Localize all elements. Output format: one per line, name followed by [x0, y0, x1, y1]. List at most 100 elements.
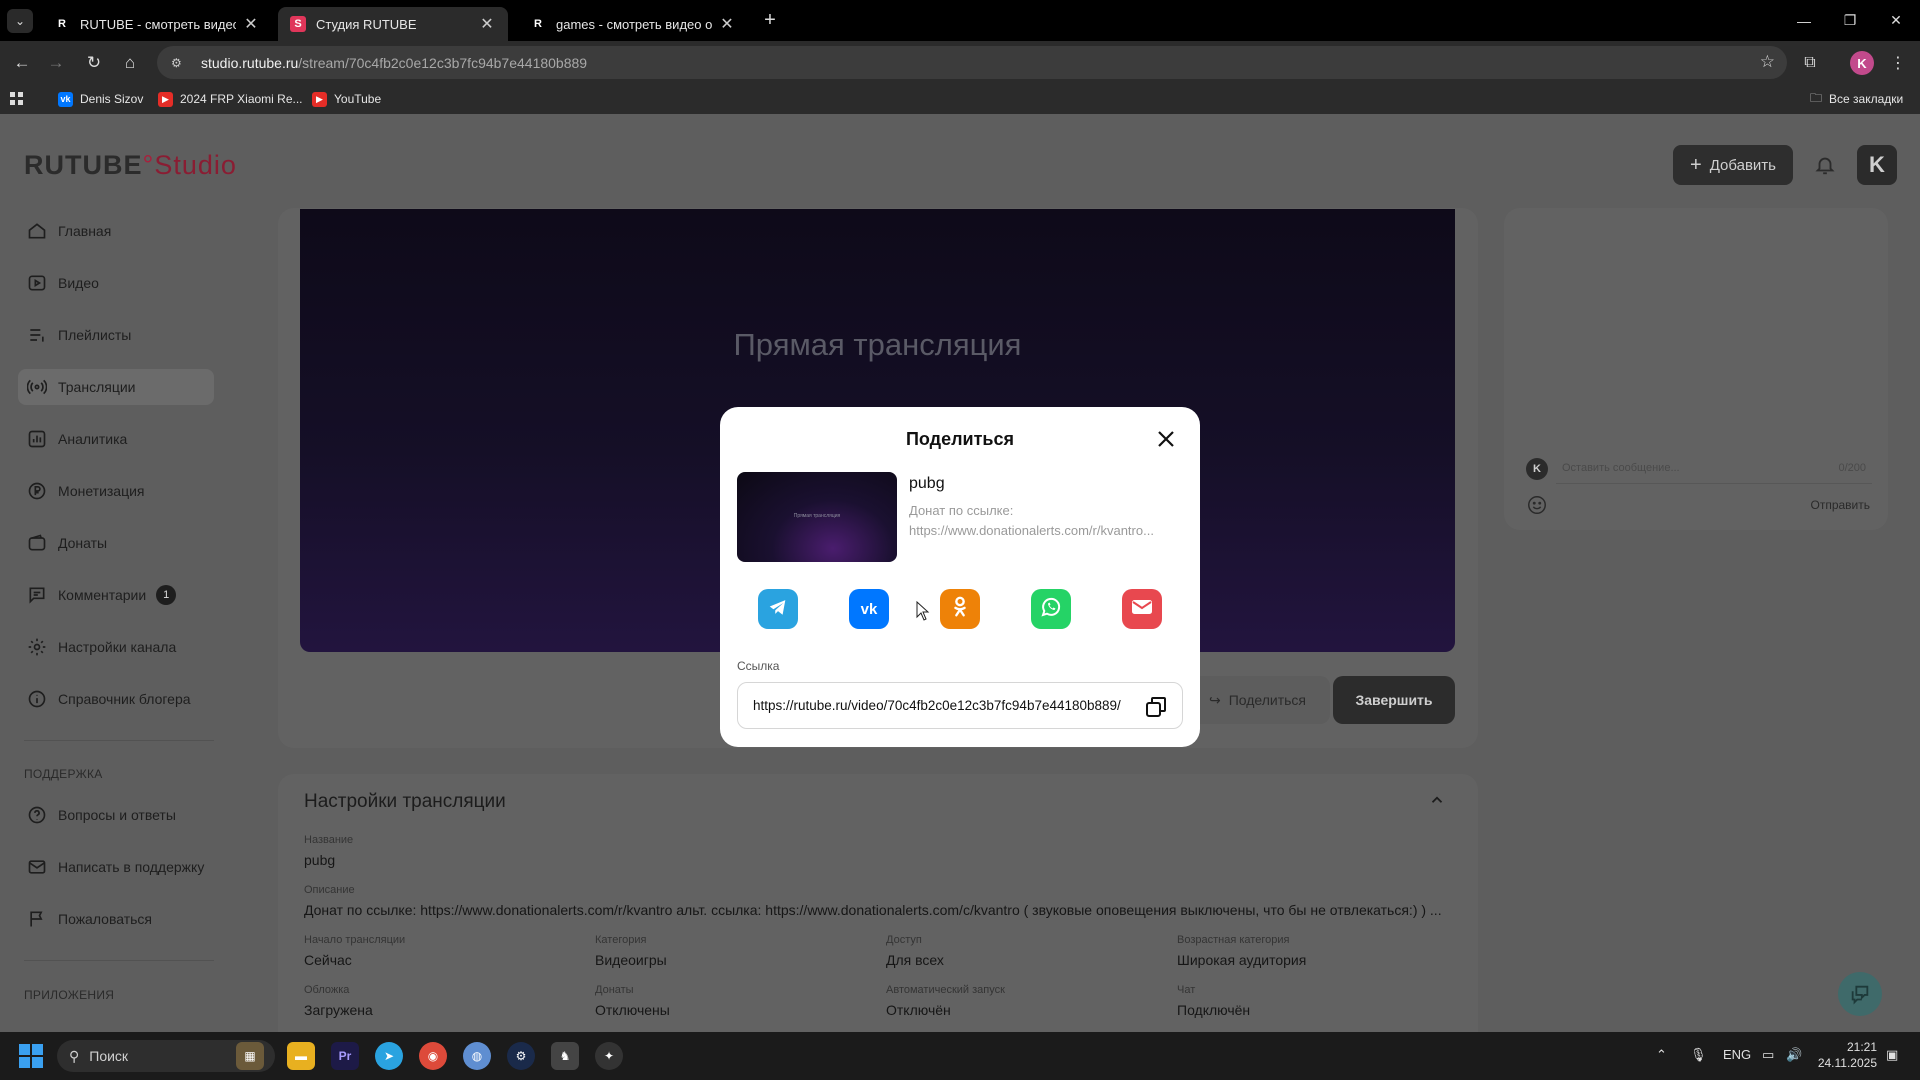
forward-button[interactable]: →: [42, 49, 70, 77]
sidebar-item-faq[interactable]: Вопросы и ответы: [18, 797, 214, 833]
chevron-up-icon[interactable]: [1428, 791, 1446, 814]
video-thumbnail: Прямая трансляция: [737, 472, 897, 562]
minimize-window-button[interactable]: —: [1781, 0, 1827, 41]
apps-grid-icon[interactable]: [10, 90, 24, 108]
field-label-category: Категория: [595, 934, 647, 946]
back-button[interactable]: ←: [8, 49, 36, 77]
app-icon[interactable]: ✦: [595, 1042, 623, 1070]
windows-start-icon[interactable]: [19, 1044, 43, 1068]
all-bookmarks-folder[interactable]: 🗀 Все закладки: [1810, 90, 1903, 108]
copy-icon[interactable]: [1144, 695, 1168, 719]
close-tab-icon[interactable]: ✕: [718, 14, 736, 34]
sidebar-item-playlists[interactable]: Плейлисты: [18, 317, 214, 353]
address-bar[interactable]: ⚙ studio.rutube.ru/stream/70c4fb2c0e12c3…: [157, 46, 1787, 79]
add-button[interactable]: + Добавить: [1673, 145, 1793, 185]
sidebar-item-write-support[interactable]: Написать в поддержку: [18, 849, 214, 885]
sidebar-item-comments[interactable]: Комментарии 1: [18, 577, 214, 613]
extensions-icon[interactable]: ⧉: [1798, 51, 1822, 75]
stream-preview-title: Прямая трансляция: [733, 327, 1022, 362]
steam-app-icon[interactable]: ⚙: [507, 1042, 535, 1070]
clock[interactable]: 21:21 24.11.2025: [1797, 1039, 1877, 1071]
home-button[interactable]: ⌂: [116, 49, 144, 77]
close-window-button[interactable]: ✕: [1873, 0, 1919, 41]
new-tab-button[interactable]: +: [758, 8, 782, 32]
field-value-category: Видеоигры: [595, 952, 667, 968]
sidebar-item-video[interactable]: Видео: [18, 265, 214, 301]
close-tab-icon[interactable]: ✕: [242, 14, 260, 34]
share-link-value[interactable]: https://rutube.ru/video/70c4fb2c0e12c3b7…: [753, 698, 1133, 713]
game-app-icon[interactable]: ♞: [551, 1042, 579, 1070]
share-telegram-button[interactable]: [758, 589, 798, 629]
field-label-name: Название: [304, 834, 354, 846]
app-header: RUTUBE°Studio + Добавить K: [0, 114, 1920, 208]
reload-button[interactable]: ↻: [80, 49, 108, 77]
chat-panel: K Оставить сообщение... 0/200 Отправить: [1504, 208, 1888, 530]
share-link-field[interactable]: https://rutube.ru/video/70c4fb2c0e12c3b7…: [737, 682, 1183, 729]
share-vk-button[interactable]: vk: [849, 589, 889, 629]
chrome-app-icon[interactable]: ◉: [419, 1042, 447, 1070]
sidebar-item-report[interactable]: Пожаловаться: [18, 901, 214, 937]
profile-avatar[interactable]: K: [1850, 51, 1874, 75]
chat-char-counter: 0/200: [1838, 462, 1866, 474]
file-explorer-icon[interactable]: ▬: [287, 1042, 315, 1070]
field-label-description: Описание: [304, 884, 355, 896]
share-odnoklassniki-button[interactable]: [940, 589, 980, 629]
field-label-cover: Обложка: [304, 984, 350, 996]
sidebar-divider: [24, 960, 214, 961]
windows-taskbar: ⚲ Поиск ▦ ▬ Pr ➤ ◉ ◍ ⚙ ♞ ✦ ⌃ 🎙 ENG ▭ 🔊 2…: [0, 1032, 1920, 1080]
chat-user-avatar: K: [1526, 458, 1548, 480]
tab-search-button[interactable]: ⌄: [7, 9, 33, 33]
sidebar-item-channel-settings[interactable]: Настройки канала: [18, 629, 214, 665]
language-indicator[interactable]: ENG: [1723, 1047, 1751, 1062]
microphone-icon[interactable]: 🎙: [1690, 1047, 1707, 1063]
sidebar-item-monetization[interactable]: Монетизация: [18, 473, 214, 509]
browser-tab-studio[interactable]: S Студия RUTUBE ✕: [278, 7, 508, 41]
rutube-studio-logo[interactable]: RUTUBE°Studio: [24, 150, 237, 181]
share-email-button[interactable]: [1122, 589, 1162, 629]
app-icon[interactable]: ◍: [463, 1042, 491, 1070]
share-whatsapp-button[interactable]: [1031, 589, 1071, 629]
sidebar-item-blogger-guide[interactable]: Справочник блогера: [18, 681, 214, 717]
sidebar: Главная Видео Плейлисты Трансляции Анали…: [0, 208, 230, 1032]
telegram-icon: [767, 596, 789, 623]
sidebar-item-home[interactable]: Главная: [18, 213, 214, 249]
broadcast-icon: [26, 376, 48, 398]
sidebar-item-analytics[interactable]: Аналитика: [18, 421, 214, 457]
telegram-app-icon[interactable]: ➤: [375, 1042, 403, 1070]
home-icon: [26, 220, 48, 242]
bookmark-denis-sizov[interactable]: vk Denis Sizov: [58, 90, 143, 108]
field-value-access: Для всех: [886, 952, 944, 968]
taskbar-widget-icon[interactable]: ▦: [236, 1042, 264, 1070]
bookmark-star-icon[interactable]: ☆: [1760, 52, 1775, 72]
browser-menu-icon[interactable]: ⋮: [1886, 51, 1910, 75]
sidebar-item-donations[interactable]: Донаты: [18, 525, 214, 561]
bookmark-frp-xiaomi[interactable]: ▶ 2024 FRP Xiaomi Re...: [158, 90, 303, 108]
whatsapp-icon: [1039, 595, 1063, 624]
emoji-icon[interactable]: [1526, 494, 1548, 516]
sidebar-section-support: ПОДДЕРЖКА: [24, 767, 103, 781]
sidebar-divider: [24, 740, 214, 741]
close-tab-icon[interactable]: ✕: [478, 14, 496, 34]
browser-tab-rutube[interactable]: R RUTUBE - смотреть видео онлайн ✕: [42, 7, 272, 41]
help-chat-button[interactable]: [1838, 972, 1882, 1016]
chevron-up-icon[interactable]: ⌃: [1656, 1047, 1667, 1063]
premiere-pro-icon[interactable]: Pr: [331, 1042, 359, 1070]
share-button[interactable]: ↪ Поделиться: [1185, 676, 1330, 724]
network-icon[interactable]: ▭: [1762, 1047, 1774, 1063]
chat-send-button[interactable]: Отправить: [1810, 498, 1870, 512]
restore-window-button[interactable]: ❐: [1827, 0, 1873, 41]
site-info-icon[interactable]: ⚙: [171, 56, 187, 70]
notification-center-icon[interactable]: ▣: [1886, 1047, 1898, 1063]
bookmark-youtube[interactable]: ▶ YouTube: [312, 90, 381, 108]
field-value-name: pubg: [304, 852, 336, 868]
user-avatar[interactable]: K: [1857, 145, 1897, 185]
finish-stream-button[interactable]: Завершить: [1333, 676, 1455, 724]
sidebar-item-broadcasts[interactable]: Трансляции: [18, 369, 214, 405]
plus-icon: +: [1690, 153, 1702, 176]
browser-tab-games[interactable]: R games - смотреть видео онлайн ✕: [518, 7, 748, 41]
rutube-favicon-icon: R: [534, 18, 542, 30]
notifications-bell-icon[interactable]: [1810, 150, 1840, 180]
close-icon[interactable]: [1154, 427, 1178, 451]
field-value-donations: Отключены: [595, 1002, 670, 1018]
chat-message-input[interactable]: Оставить сообщение... 0/200: [1556, 452, 1872, 484]
